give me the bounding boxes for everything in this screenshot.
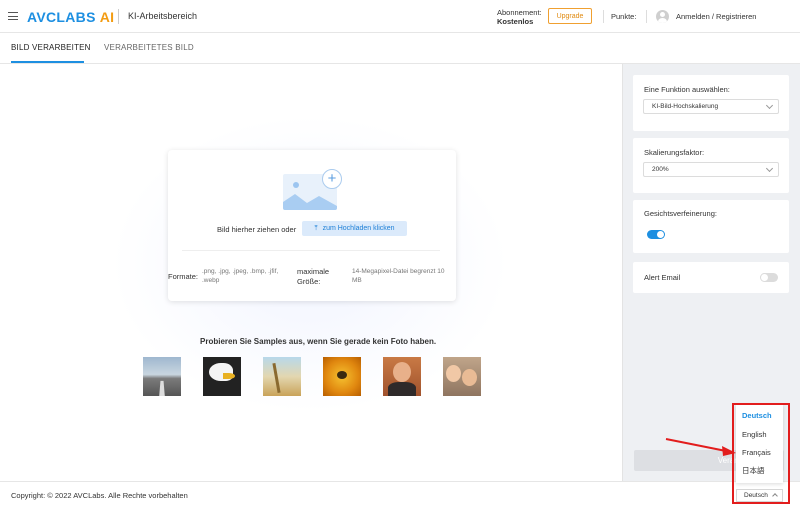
scale-select[interactable]: 200% — [643, 162, 779, 177]
upload-button[interactable]: ⤒ zum Hochladen klicken — [302, 221, 407, 236]
toggle-knob — [657, 231, 664, 238]
upgrade-button[interactable]: Upgrade — [548, 8, 592, 24]
divider — [118, 9, 119, 24]
add-icon[interactable]: + — [322, 169, 342, 189]
chevron-down-icon — [765, 101, 774, 110]
sample-woman-thumbnail[interactable] — [383, 357, 421, 396]
scale-card: Skalierungsfaktor: 200% — [633, 138, 789, 193]
top-bar: AVCLABS AI KI-Arbeitsbereich Abonnement: … — [0, 0, 800, 33]
samples-title: Probieren Sie Samples aus, wenn Sie gera… — [200, 337, 437, 346]
face-refinement-card: Gesichtsverfeinerung: — [633, 200, 789, 253]
logo-text: AVCLABS — [27, 9, 96, 25]
sample-bee-thumbnail[interactable] — [323, 357, 361, 396]
annotation-highlight-box — [732, 403, 790, 504]
toggle-knob — [761, 274, 768, 281]
tab-bar: BILD VERARBEITEN VERARBEITETES BILD — [0, 33, 800, 64]
tab-process-image[interactable]: BILD VERARBEITEN — [11, 43, 91, 52]
subscription-label: Abonnement: — [497, 8, 542, 17]
alert-email-label: Alert Email — [644, 273, 681, 282]
upload-button-label: zum Hochladen klicken — [322, 224, 395, 232]
chevron-down-icon — [765, 164, 774, 173]
active-tab-indicator — [11, 61, 84, 63]
alert-email-toggle[interactable] — [760, 273, 778, 282]
tab-processed-image[interactable]: VERARBEITETES BILD — [104, 43, 194, 52]
sample-road-thumbnail[interactable] — [143, 357, 181, 396]
formats-label: Formate: — [168, 272, 199, 281]
scale-select-value: 200% — [652, 166, 669, 173]
workspace-title: KI-Arbeitsbereich — [128, 11, 198, 21]
sample-field-thumbnail[interactable] — [263, 357, 301, 396]
formats-value: .png, .jpg, .jpeg, .bmp, .jfif, .webp — [202, 268, 279, 284]
divider — [182, 250, 440, 251]
login-register-link[interactable]: Anmelden / Registrieren — [676, 12, 756, 21]
divider — [603, 10, 604, 23]
drag-hint: Bild hierher ziehen oder — [217, 225, 297, 234]
logo[interactable]: AVCLABS AI — [27, 9, 114, 25]
divider — [646, 10, 647, 23]
logo-ai-text: AI — [99, 9, 115, 25]
menu-icon[interactable] — [8, 12, 18, 20]
annotation-arrow-icon — [665, 438, 736, 456]
copyright-text: Copyright: © 2022 AVCLabs. Alle Rechte v… — [11, 491, 188, 500]
max-size-label: maximale Größe: — [297, 267, 330, 286]
footer: Copyright: © 2022 AVCLabs. Alle Rechte v… — [0, 481, 800, 507]
function-label: Eine Funktion auswählen: — [644, 85, 730, 94]
subscription-plan: Kostenlos — [497, 17, 534, 26]
sample-eagle-thumbnail[interactable] — [203, 357, 241, 396]
function-select-value: KI-Bild-Hochskalierung — [652, 103, 719, 110]
sun-icon — [293, 182, 299, 188]
sample-family-thumbnail[interactable] — [443, 357, 481, 396]
upload-dropzone[interactable]: + Bild hierher ziehen oder ⤒ zum Hochlade… — [168, 150, 456, 301]
alert-email-card: Alert Email — [633, 262, 789, 293]
face-refinement-toggle[interactable] — [647, 230, 665, 239]
mountain-icon — [283, 194, 337, 210]
max-size-value: 14-Megapixel-Datei begrenzt 10 MB — [352, 268, 445, 284]
face-refinement-label: Gesichtsverfeinerung: — [644, 209, 717, 218]
points-label: Punkte: — [611, 12, 637, 21]
function-select[interactable]: KI-Bild-Hochskalierung — [643, 99, 779, 114]
scale-label: Skalierungsfaktor: — [644, 148, 705, 157]
upload-icon: ⤒ — [314, 224, 318, 232]
function-card: Eine Funktion auswählen: KI-Bild-Hochska… — [633, 75, 789, 131]
subscription-info: Abonnement: Kostenlos — [497, 8, 542, 26]
avatar-icon[interactable] — [656, 10, 669, 23]
